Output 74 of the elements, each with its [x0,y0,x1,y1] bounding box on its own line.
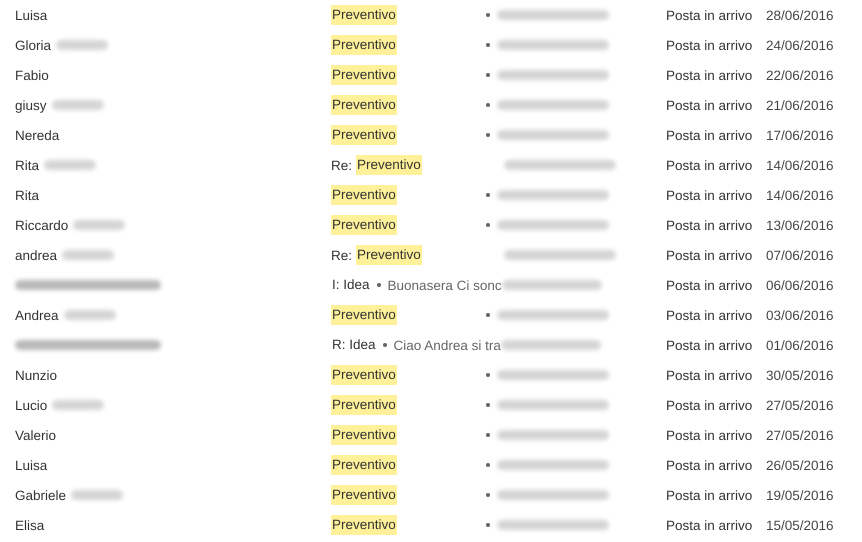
folder-name: Posta in arrivo [666,428,754,442]
subject: Preventivo [331,95,397,115]
message-date: 01/06/2016 [766,338,835,352]
subject: Preventivo [331,395,397,415]
sender-name: Andrea [15,308,59,322]
folder-name: Posta in arrivo [666,38,754,52]
subject: I: Idea [331,276,371,294]
message-date: 21/06/2016 [766,98,835,112]
subject: Preventivo [331,485,397,505]
subject: Preventivo [331,305,397,325]
subject: Preventivo [331,125,397,145]
subject: Preventivo [331,515,397,535]
sender-name: Rita [15,158,40,172]
folder-name: Posta in arrivo [666,518,754,532]
subject: Preventivo [331,365,397,385]
message-date: 13/06/2016 [766,218,835,232]
sender-name: Riccardo [15,218,68,232]
folder-name: Posta in arrivo [666,308,754,322]
message-date: 14/06/2016 [766,188,835,202]
message-date: 22/06/2016 [766,68,835,82]
folder-name: Posta in arrivo [666,98,754,112]
message-date: 15/05/2016 [766,518,835,532]
message-date: 27/05/2016 [766,428,835,442]
subject: Preventivo [331,5,397,25]
sender-name: giusy [15,98,47,112]
sender-name: Nunzio [15,368,58,382]
message-date: 14/06/2016 [766,158,835,172]
sender-name: Fabio [15,68,49,82]
message-date: 30/05/2016 [766,368,835,382]
message-date: 17/06/2016 [766,128,835,142]
sender-name: Lucio [15,398,48,412]
sender-name: Valerio [15,428,56,442]
folder-name: Posta in arrivo [666,338,754,352]
sender-name: Nereda [15,128,60,142]
message-date: 28/06/2016 [766,8,835,22]
folder-name: Posta in arrivo [666,488,754,502]
subject: R: Idea [331,336,377,354]
subject: Preventivo [331,185,397,205]
folder-name: Posta in arrivo [666,398,754,412]
sender-name: Luisa [15,8,48,22]
subject-prefix: Re: [331,248,352,262]
subject: Preventivo [356,245,422,265]
folder-name: Posta in arrivo [666,368,754,382]
message-date: 27/05/2016 [766,398,835,412]
folder-name: Posta in arrivo [666,248,754,262]
folder-name: Posta in arrivo [666,158,754,172]
message-date: 07/06/2016 [766,248,835,262]
folder-name: Posta in arrivo [666,218,754,232]
subject: Preventivo [331,65,397,85]
message-date: 06/06/2016 [766,278,835,292]
folder-name: Posta in arrivo [666,458,754,472]
sender-name: Elisa [15,518,44,532]
message-date: 24/06/2016 [766,38,835,52]
message-date: 03/06/2016 [766,308,835,322]
message-date: 19/05/2016 [766,488,835,502]
folder-name: Posta in arrivo [666,128,754,142]
message-date: 26/05/2016 [766,458,835,472]
folder-name: Posta in arrivo [666,68,754,82]
sender-name: Gabriele [15,488,66,502]
folder-name: Posta in arrivo [666,278,754,292]
sender-name: Rita [15,188,40,202]
subject: Preventivo [331,425,397,445]
message-preview: Ciao Andrea si tra [394,338,501,352]
message-preview: Buonasera Ci sonc [388,278,502,292]
subject: Preventivo [331,35,397,55]
subject-prefix: Re: [331,158,352,172]
sender-name: Gloria [15,38,52,52]
subject: Preventivo [331,455,397,475]
subject: Preventivo [356,155,422,175]
sender-name: andrea [15,248,58,262]
folder-name: Posta in arrivo [666,8,754,22]
sender-name: Luisa [15,458,48,472]
folder-name: Posta in arrivo [666,188,754,202]
subject: Preventivo [331,215,397,235]
